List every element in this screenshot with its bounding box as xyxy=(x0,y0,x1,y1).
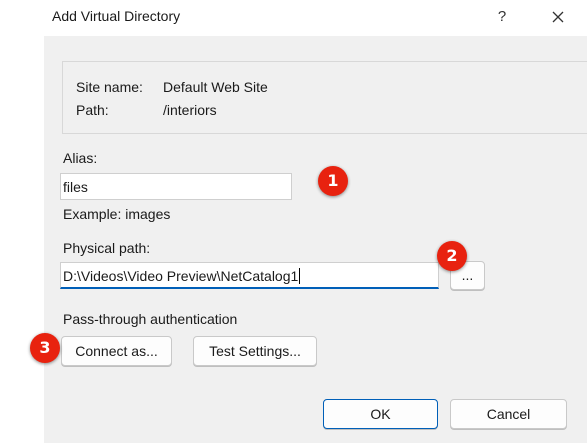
annotation-badge-1: 1 xyxy=(318,166,348,196)
alias-example: Example: images xyxy=(63,206,171,222)
ok-button[interactable]: OK xyxy=(323,399,438,429)
pass-through-auth-label: Pass-through authentication xyxy=(63,311,238,327)
test-settings-button[interactable]: Test Settings... xyxy=(193,336,317,366)
connect-as-button[interactable]: Connect as... xyxy=(61,336,172,366)
path-value: /interiors xyxy=(163,102,217,118)
physical-path-label: Physical path: xyxy=(63,240,151,256)
text-caret xyxy=(299,268,301,284)
physical-path-input[interactable]: D:\Videos\Video Preview\NetCatalog1 xyxy=(60,262,439,289)
title-bar: Add Virtual Directory ? xyxy=(0,0,587,36)
dialog-body: Site name: Default Web Site Path: /inter… xyxy=(44,36,587,443)
cancel-button[interactable]: Cancel xyxy=(450,399,567,429)
close-button[interactable] xyxy=(544,6,572,30)
alias-input[interactable]: files xyxy=(60,173,292,200)
alias-label: Alias: xyxy=(63,150,98,166)
path-label: Path: xyxy=(76,102,109,118)
site-name-label: Site name: xyxy=(76,79,143,95)
annotation-badge-3: 3 xyxy=(30,333,60,363)
site-info-group: Site name: Default Web Site Path: /inter… xyxy=(62,61,587,134)
site-name-value: Default Web Site xyxy=(163,79,268,95)
help-button[interactable]: ? xyxy=(488,5,516,29)
close-icon xyxy=(552,11,564,23)
dialog-title: Add Virtual Directory xyxy=(52,8,181,24)
alias-input-value: files xyxy=(63,179,88,195)
physical-path-input-value: D:\Videos\Video Preview\NetCatalog1 xyxy=(63,268,299,284)
annotation-badge-2: 2 xyxy=(437,241,467,271)
